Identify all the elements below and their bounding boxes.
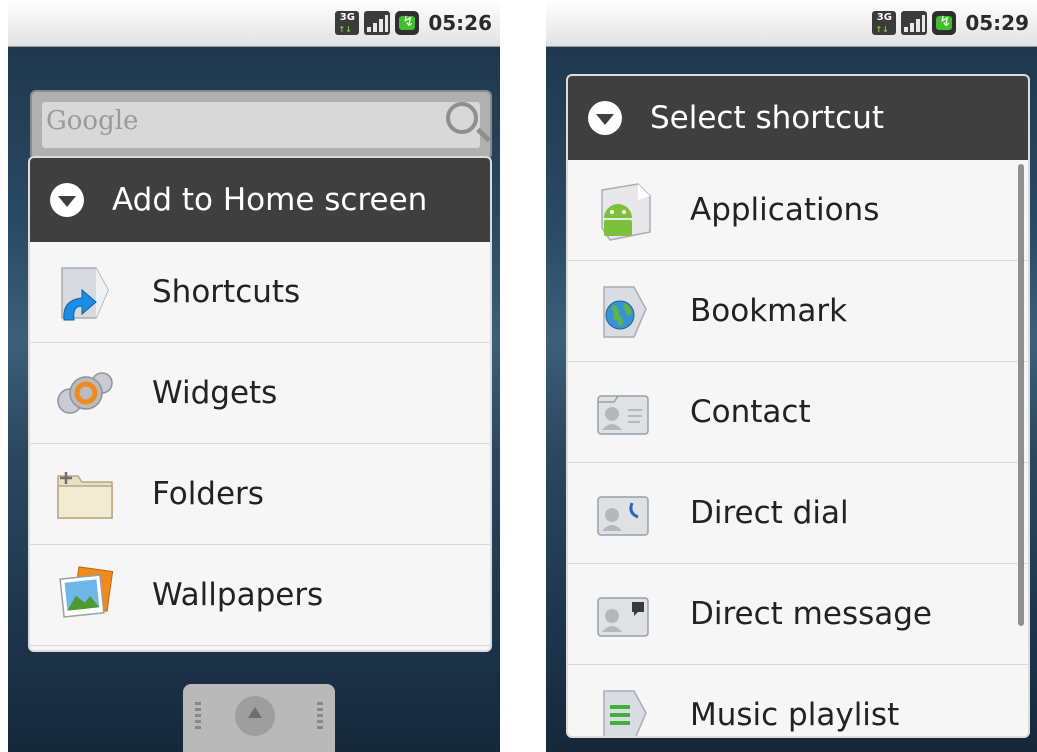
list-item-direct-dial[interactable]: Direct dial <box>568 463 1028 564</box>
widgets-gear-icon <box>57 372 113 414</box>
signal-strength-icon <box>364 11 391 35</box>
network-3g-icon: 3G <box>335 11 360 35</box>
battery-charging-icon <box>395 11 420 35</box>
music-playlist-label: Music playlist <box>690 697 900 733</box>
dialog-title: Select shortcut <box>650 100 884 136</box>
contact-label: Contact <box>690 394 811 430</box>
direct-message-label: Direct message <box>690 596 932 632</box>
status-clock: 05:29 <box>965 11 1029 35</box>
wallpapers-label: Wallpapers <box>152 577 324 613</box>
dock-left-dots <box>195 702 201 730</box>
left-phone-screen: 3G 05:26 Google Add to Home screen <box>8 0 500 752</box>
dialog-header: Add to Home screen <box>30 158 490 242</box>
google-search-widget[interactable]: Google <box>30 90 492 160</box>
select-shortcut-dialog: Select shortcut Applications Bookmark Co… <box>566 74 1030 738</box>
wallpapers-icon <box>59 566 114 618</box>
network-3g-icon: 3G <box>872 11 897 35</box>
folder-icon <box>57 472 113 519</box>
direct-message-icon <box>597 597 649 637</box>
search-icon[interactable] <box>446 102 478 134</box>
app-drawer-dock <box>183 684 335 752</box>
applications-label: Applications <box>690 192 880 228</box>
list-item-wallpapers[interactable]: Wallpapers <box>30 545 490 646</box>
android-applications-icon <box>601 183 651 241</box>
list-item-contact[interactable]: Contact <box>568 362 1028 463</box>
bookmark-label: Bookmark <box>690 293 848 329</box>
list-item-shortcuts[interactable]: Shortcuts <box>30 242 490 343</box>
list-item-widgets[interactable]: Widgets <box>30 343 490 444</box>
dialog-title: Add to Home screen <box>112 182 428 218</box>
music-playlist-icon <box>603 690 647 736</box>
list-item-applications[interactable]: Applications <box>568 160 1028 261</box>
right-phone-screen: 3G 05:29 Select shortcut Application <box>546 0 1037 752</box>
signal-strength-icon <box>901 11 928 35</box>
dialog-list: Shortcuts Widgets Folders Wallpapers <box>30 242 490 646</box>
app-drawer-button[interactable] <box>235 696 275 736</box>
network-label: 3G <box>876 12 892 23</box>
dock-right-dots <box>317 702 323 730</box>
direct-dial-icon <box>597 496 649 536</box>
add-to-home-dialog: Add to Home screen Shortcuts Widgets Fol… <box>28 156 492 652</box>
list-item-direct-message[interactable]: Direct message <box>568 564 1028 665</box>
direct-dial-label: Direct dial <box>690 495 849 531</box>
status-bar: 3G 05:29 <box>546 0 1037 47</box>
shortcut-icon <box>61 267 109 321</box>
list-item-music-playlist[interactable]: Music playlist <box>568 665 1028 736</box>
folders-label: Folders <box>152 476 264 512</box>
battery-charging-icon <box>932 11 957 35</box>
status-bar: 3G 05:26 <box>8 0 500 47</box>
list-item-folders[interactable]: Folders <box>30 444 490 545</box>
dropdown-arrow-icon <box>50 183 84 217</box>
contact-card-icon <box>597 395 649 435</box>
shortcuts-label: Shortcuts <box>152 274 301 310</box>
search-placeholder: Google <box>46 106 139 136</box>
dropdown-arrow-icon <box>588 101 622 135</box>
list-scrollbar[interactable] <box>1018 164 1024 626</box>
dialog-header: Select shortcut <box>568 76 1028 160</box>
bookmark-globe-icon <box>603 286 647 338</box>
network-label: 3G <box>339 12 355 23</box>
widgets-label: Widgets <box>152 375 278 411</box>
status-clock: 05:26 <box>428 11 492 35</box>
dialog-list: Applications Bookmark Contact Direct dia… <box>568 160 1028 736</box>
list-item-bookmark[interactable]: Bookmark <box>568 261 1028 362</box>
